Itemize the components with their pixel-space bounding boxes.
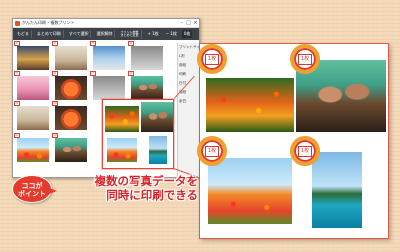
toolbar: もどる まとめて印刷 すべて選択 選択解除 プリント枚数 まとめて変更 + 1枚… [13, 28, 199, 40]
photo-number: 5 [14, 71, 20, 76]
panel-item[interactable]: 余白 [178, 97, 199, 106]
photo-thumbnail [55, 138, 87, 162]
photo-thumbnail [131, 46, 163, 70]
plus-one-button[interactable]: + 1枚 [145, 30, 160, 38]
photo-number: 2 [52, 41, 58, 46]
photo-cell[interactable]: 2 [52, 41, 89, 71]
photo-number: 1 [14, 41, 20, 46]
photo-number: 8 [128, 71, 134, 76]
photo-cell[interactable]: 8 [128, 71, 165, 101]
photo-thumbnail [131, 76, 163, 100]
preview-photo-lake [312, 152, 362, 228]
window-title: かんたん印刷 – 複数プリント [22, 20, 75, 25]
photo-cell[interactable]: 9 [14, 101, 51, 131]
print-count-badge: 1枚 [197, 44, 227, 74]
photo-cell[interactable]: 4 [128, 41, 165, 71]
batch-print-button[interactable]: まとめて印刷 [35, 30, 64, 38]
close-button[interactable]: × [192, 20, 199, 26]
photo-cell[interactable]: 12 [52, 133, 89, 163]
minimize-button[interactable]: – [178, 20, 185, 26]
callout-line-1: ココが [21, 182, 43, 190]
photo-number: 11 [14, 133, 20, 138]
photo-cell[interactable]: 6 [52, 71, 89, 101]
callout-line-2: ポイント [18, 190, 46, 198]
photo-cell[interactable]: 1 [14, 41, 51, 71]
photo-cell[interactable]: 11 [14, 133, 51, 163]
print-count-badge: 0枚 [181, 30, 193, 38]
print-count-stamp: 1枚 [298, 145, 312, 157]
print-count-badge: 1枚 [197, 136, 227, 166]
print-count-stamp: 1枚 [205, 145, 219, 157]
photo-thumbnail [17, 106, 49, 130]
app-icon [15, 20, 20, 26]
panel-item[interactable]: 印刷 [178, 70, 199, 79]
photo-cell[interactable]: 7 [90, 71, 127, 101]
headline-line-1: 複数の写真データを [94, 174, 199, 188]
photo-thumbnail [17, 138, 49, 162]
select-all-button[interactable]: すべて選択 [67, 30, 92, 38]
photo-thumbnail [55, 76, 87, 100]
change-count-button[interactable]: プリント枚数 まとめて変更 [118, 29, 143, 39]
photo-thumbnail [93, 76, 125, 100]
photo-number: 9 [14, 101, 20, 106]
photo-number: 4 [128, 41, 134, 46]
app-window: かんたん印刷 – 複数プリント – □ × もどる まとめて印刷 すべて選択 選… [12, 18, 200, 178]
preview-photo-field [208, 158, 292, 224]
photo-thumbnail [93, 46, 125, 70]
print-count-stamp: 1枚 [298, 53, 312, 65]
photo-number: 12 [52, 133, 58, 138]
minus-one-button[interactable]: − 1枚 [164, 30, 179, 38]
mini-preview-photo [107, 138, 137, 162]
photo-cell[interactable]: 3 [90, 41, 127, 71]
mini-print-preview[interactable] [102, 99, 174, 169]
title-bar: かんたん印刷 – 複数プリント – □ × [13, 19, 199, 28]
photo-thumbnail [17, 76, 49, 100]
photo-number: 3 [90, 41, 96, 46]
print-count-badge: 1枚 [290, 44, 320, 74]
deselect-button[interactable]: 選択解除 [94, 30, 116, 38]
photo-number: 7 [90, 71, 96, 76]
maximize-button[interactable]: □ [185, 20, 192, 26]
point-callout: ココが ポイント [12, 175, 57, 203]
mini-preview-photo [105, 106, 139, 132]
headline: 複数の写真データを 同時に印刷できる [58, 174, 199, 202]
panel-item[interactable]: プリントサイズ [178, 43, 199, 52]
photo-thumbnail [55, 46, 87, 70]
photo-cell[interactable]: 5 [14, 71, 51, 101]
print-count-badge: 1枚 [290, 136, 320, 166]
photo-thumbnail [17, 46, 49, 70]
mini-preview-photo [149, 136, 167, 164]
headline-line-2: 同時に印刷できる [106, 188, 198, 202]
photo-thumbnail [55, 106, 87, 130]
photo-cell[interactable]: 10 [52, 101, 89, 131]
back-button[interactable]: もどる [15, 30, 32, 38]
print-preview-page: 1枚 1枚 1枚 1枚 [197, 43, 389, 239]
photo-number: 6 [52, 71, 58, 76]
preview-photo-flowers [206, 78, 294, 132]
print-count-stamp: 1枚 [205, 53, 219, 65]
mini-preview-photo [141, 102, 173, 132]
settings-panel: プリントサイズ L判 用紙 印刷 日付 用紙 余白 [177, 43, 199, 177]
photo-number: 10 [52, 101, 58, 106]
